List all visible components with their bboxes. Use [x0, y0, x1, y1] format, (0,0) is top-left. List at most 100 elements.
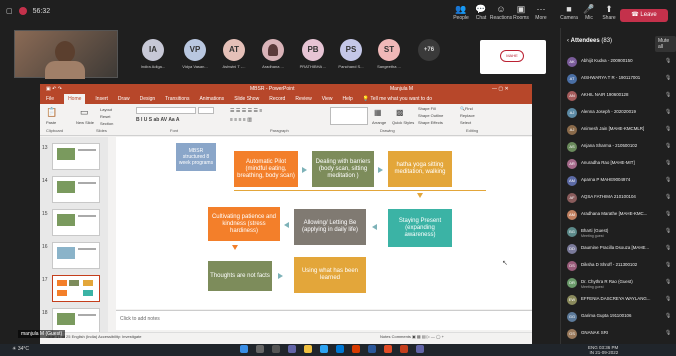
overflow-participants-button[interactable]: +76: [418, 39, 440, 61]
notes-pane[interactable]: Click to add notes: [116, 310, 532, 330]
participant-avatar[interactable]: VP: [184, 39, 206, 61]
task-view-icon[interactable]: [272, 345, 280, 353]
share-button[interactable]: ⬆ Share: [596, 4, 622, 21]
thoughts-not-facts-box[interactable]: Thoughts are not facts: [208, 261, 272, 291]
layout-button[interactable]: Layout: [100, 107, 112, 112]
alignment-buttons[interactable]: ≡ ≡ ≡ ≡ ▥: [230, 117, 252, 123]
status-right[interactable]: Notes Comments ▣ ▦ ▤ ▷ — ◯ +: [380, 334, 444, 339]
attendee-row[interactable]: BG Bharti (Guest) Meeting guest 🎙: [567, 226, 675, 240]
attendee-row[interactable]: EW EFFENIA DASCREYA WAYLANG... 🎙: [567, 294, 675, 308]
slide-thumbnail[interactable]: [52, 242, 100, 269]
powerpoint-icon[interactable]: [400, 345, 408, 353]
attendee-row[interactable]: DR Dr. Chythra R Rao (Guest) Meeting guest…: [567, 277, 675, 291]
thumb-number: 18: [42, 310, 48, 316]
attendee-row[interactable]: AT AISHWARYA T R - 190117001 🎙: [567, 73, 675, 87]
teams-icon[interactable]: [288, 345, 296, 353]
leave-button[interactable]: ☎ Leave: [620, 9, 668, 22]
attendee-row[interactable]: AR Anuradha Rao [MAHE-MIT] 🎙: [567, 158, 675, 172]
attendee-row[interactable]: AJ Animesh Jain [MAHE-KMCMLR] 🎙: [567, 124, 675, 138]
arrow-down-icon: [417, 193, 423, 198]
replace-button[interactable]: Replace: [460, 113, 475, 118]
tab-view[interactable]: View: [322, 94, 333, 104]
tab-home[interactable]: Home: [64, 94, 86, 104]
find-button[interactable]: 🔍Find: [460, 106, 473, 111]
attendee-row[interactable]: AS Anjana Sharma - 210500102 🎙: [567, 141, 675, 155]
attendee-row[interactable]: AK Abhijit Kudva - 200900150 🎙: [567, 56, 675, 70]
participant-avatar[interactable]: PS: [340, 39, 362, 61]
teams-chat-icon[interactable]: [416, 345, 424, 353]
hatha-yoga-box[interactable]: hatha yoga sitting meditation, walking: [388, 151, 452, 187]
attendee-row[interactable]: AM Aradhana Marathe [MAHE-KMC... 🎙: [567, 209, 675, 223]
slide-thumbnail[interactable]: [52, 143, 100, 170]
more-button[interactable]: ⋯ More: [528, 4, 554, 21]
mute-all-button[interactable]: Mute all: [655, 36, 676, 52]
start-icon[interactable]: [240, 345, 248, 353]
tab-record[interactable]: Record: [269, 94, 285, 104]
new-slide-icon[interactable]: ▭: [80, 107, 89, 118]
search-icon[interactable]: [256, 345, 264, 353]
attendee-row[interactable]: AJ Alenna Joseph - 202020019 🎙: [567, 107, 675, 121]
select-button[interactable]: Select: [460, 120, 471, 125]
font-name-select[interactable]: [136, 107, 196, 114]
tell-me-search[interactable]: 💡 Tell me what you want to do: [363, 94, 432, 104]
participant-photo-avatar[interactable]: [262, 39, 284, 61]
participant-avatar[interactable]: AT: [223, 39, 245, 61]
tab-file[interactable]: File: [46, 94, 54, 104]
slide-thumbnail[interactable]: [52, 209, 100, 236]
attendee-row[interactable]: GS GNANAK SRI 🎙: [567, 328, 675, 342]
font-size-select[interactable]: [198, 107, 214, 114]
paragraph-buttons[interactable]: ☰ ☰ ☰ ☰ ☰ ≡: [230, 108, 262, 114]
shapes-gallery[interactable]: [330, 107, 368, 125]
attendee-row[interactable]: AM Aparna P MAHE9004974 🎙: [567, 175, 675, 189]
participant-avatar[interactable]: PB: [302, 39, 324, 61]
attendee-row[interactable]: AF AQSA FATHIMA 210100104 🎙: [567, 192, 675, 206]
automatic-pilot-box[interactable]: Automatic Pilot (mindful eating, breathi…: [234, 151, 298, 187]
shape-outline-button[interactable]: Shape Outline: [418, 113, 443, 118]
shape-effects-button[interactable]: Shape Effects: [418, 120, 443, 125]
barriers-box[interactable]: Dealing with barriers (body scan, sittin…: [312, 151, 374, 187]
tab-help[interactable]: Help: [342, 94, 352, 104]
new-slide-button[interactable]: New Slide: [76, 120, 94, 125]
participant-avatar[interactable]: IA: [142, 39, 164, 61]
attendee-row[interactable]: DD Daumine Pracilla Dsouza [MAHE... 🎙: [567, 243, 675, 257]
attendee-row[interactable]: DS Diksha D Shroff - 211300102 🎙: [567, 260, 675, 274]
tab-design[interactable]: Design: [140, 94, 156, 104]
arrange-icon[interactable]: ▦: [374, 108, 382, 117]
system-tray[interactable]: ENG 03:36 PM IN 21-09-2022: [588, 345, 618, 355]
participant-avatar[interactable]: ST: [378, 39, 400, 61]
tab-draw[interactable]: Draw: [118, 94, 130, 104]
quick-styles-icon[interactable]: ▩: [396, 108, 404, 117]
attendee-row[interactable]: GG Garima Gupta 191100106 🎙: [567, 311, 675, 325]
reset-button[interactable]: Reset: [100, 114, 110, 119]
slide-thumbnail[interactable]: [52, 176, 100, 203]
section-button[interactable]: Section: [100, 121, 113, 126]
file-explorer-icon[interactable]: [304, 345, 312, 353]
quick-styles-button[interactable]: Quick Styles: [392, 120, 414, 125]
tab-transitions[interactable]: Transitions: [165, 94, 189, 104]
attendee-row[interactable]: AN AKHIL NAIR 190600128 🎙: [567, 90, 675, 104]
chrome-icon[interactable]: [384, 345, 392, 353]
weather-widget[interactable]: ☀ 34°C: [12, 346, 29, 352]
font-format-buttons[interactable]: B I U S ab AV Aa A: [136, 117, 180, 123]
tab-insert[interactable]: Insert: [95, 94, 108, 104]
arrange-button[interactable]: Arrange: [372, 120, 386, 125]
allowing-letting-be-box[interactable]: Allowing/ Letting Be (applying in daily …: [294, 209, 366, 245]
slide-thumbnail-selected[interactable]: [52, 275, 100, 302]
edge-icon[interactable]: [320, 345, 328, 353]
store-icon[interactable]: [336, 345, 344, 353]
staying-present-box[interactable]: Staying Present (expanding awareness): [388, 209, 452, 247]
using-what-learned-box[interactable]: Using what has been learned: [294, 257, 366, 293]
slide-canvas[interactable]: MBSR structured 8 week programs Automati…: [116, 137, 532, 309]
tab-review[interactable]: Review: [295, 94, 311, 104]
paste-button[interactable]: Paste: [46, 120, 56, 125]
shield-icon: ▢: [6, 8, 13, 15]
tab-slide-show[interactable]: Slide Show: [234, 94, 259, 104]
tab-animations[interactable]: Animations: [199, 94, 224, 104]
shape-fill-button[interactable]: Shape Fill: [418, 106, 436, 111]
patience-kindness-box[interactable]: Cultivating patience and kindness (stres…: [208, 207, 280, 241]
word-icon[interactable]: [368, 345, 376, 353]
office-icon[interactable]: [352, 345, 360, 353]
mbsr-program-box[interactable]: MBSR structured 8 week programs: [176, 143, 216, 171]
paste-icon[interactable]: 📋: [46, 107, 57, 118]
window-controls[interactable]: — ▢ ✕: [492, 84, 509, 94]
